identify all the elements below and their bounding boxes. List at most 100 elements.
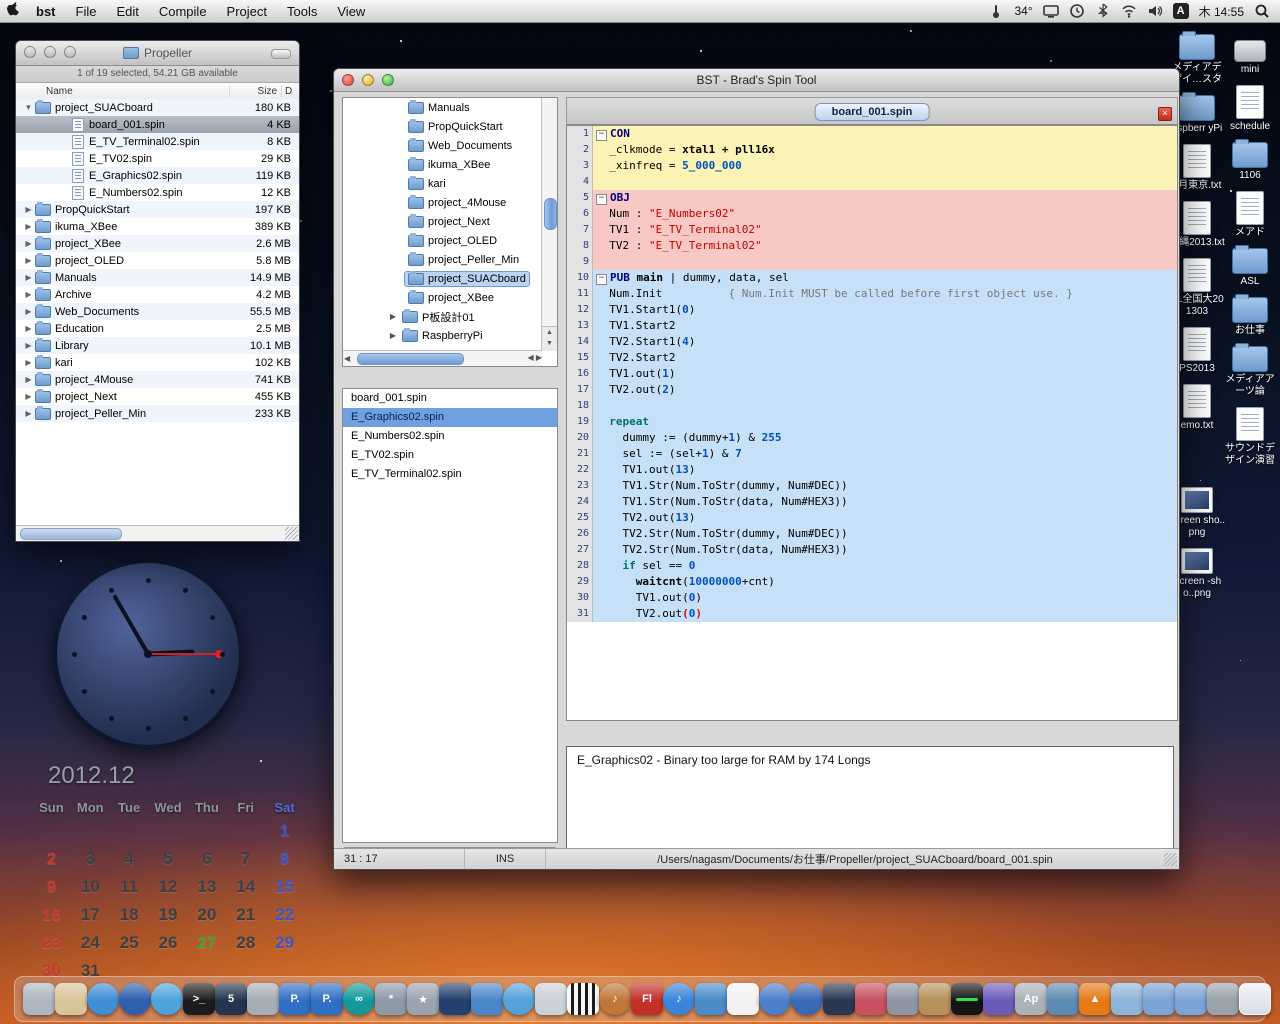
menu-compile[interactable]: Compile	[149, 4, 217, 19]
dock-icon-steel-app[interactable]	[1047, 983, 1079, 1015]
menu-clock[interactable]: 木 14:55	[1199, 3, 1244, 20]
calendar-date[interactable]: 18	[110, 905, 149, 927]
disclosure-triangle[interactable]: ▶	[387, 312, 399, 321]
dock-icon-navy-app[interactable]	[439, 983, 471, 1015]
tree-item-project_4Mouse[interactable]: project_4Mouse	[343, 193, 557, 212]
menu-project[interactable]: Project	[217, 4, 277, 19]
code-line-11[interactable]: 11 Num.Init { Num.Init MUST be called be…	[567, 286, 1177, 302]
tree-item-project_Peller_Min[interactable]: project_Peller_Min	[343, 250, 557, 269]
finder-row[interactable]: ▶ PropQuickStart 197 KB	[16, 201, 299, 218]
fold-marker-icon[interactable]: −	[596, 274, 607, 285]
scrollbar-thumb[interactable]	[544, 198, 557, 230]
spin-file-item[interactable]: board_001.spin	[343, 389, 557, 408]
tree-vertical-scrollbar[interactable]: ▲ ▼	[541, 98, 557, 351]
finder-row[interactable]: ▶ ikuma_XBee 389 KB	[16, 218, 299, 235]
dock-icon-wave-app[interactable]	[823, 983, 855, 1015]
code-line-1[interactable]: 1− CON	[567, 126, 1177, 142]
resize-grip[interactable]	[1164, 852, 1177, 866]
desktop-icon-doc[interactable]: サウンドデザイン演習	[1222, 407, 1278, 467]
finder-row[interactable]: ▶ project_4Mouse 741 KB	[16, 371, 299, 388]
code-line-28[interactable]: 28 if sel == 0	[567, 558, 1177, 574]
finder-row[interactable]: E_Numbers02.spin 12 KB	[16, 184, 299, 201]
code-line-20[interactable]: 20 dummy := (dummy+1) & 255	[567, 430, 1177, 446]
calendar-date[interactable]: 7	[226, 849, 265, 871]
disclosure-triangle[interactable]: ▶	[22, 324, 35, 333]
calendar-date[interactable]: 27	[187, 933, 226, 955]
calendar-date[interactable]: 11	[110, 877, 149, 899]
spin-file-item[interactable]: E_Numbers02.spin	[343, 427, 557, 446]
desktop-icon-folder[interactable]: 1106	[1222, 139, 1278, 182]
dock-icon-star-app[interactable]: ★	[407, 983, 439, 1015]
finder-row[interactable]: ▶ project_Next 455 KB	[16, 388, 299, 405]
dock-icon-folder-documents[interactable]	[1143, 983, 1175, 1015]
dock-icon-pencil-app[interactable]	[55, 983, 87, 1015]
code-line-27[interactable]: 27 TV2.Str(Num.ToStr(data, Num#HEX3))	[567, 542, 1177, 558]
calendar-date[interactable]: 15	[265, 877, 304, 899]
dock-icon-p-app-2[interactable]: P.	[311, 983, 343, 1015]
tree-item-project_Next[interactable]: project_Next	[343, 212, 557, 231]
menu-file[interactable]: File	[66, 4, 107, 19]
code-line-2[interactable]: 2 _clkmode = xtal1 + pll16x	[567, 142, 1177, 158]
bst-titlebar[interactable]: BST - Brad's Spin Tool	[334, 69, 1179, 92]
code-line-19[interactable]: 19 repeat	[567, 414, 1177, 430]
disclosure-triangle[interactable]: ▶	[22, 375, 35, 384]
calendar-date[interactable]: 29	[265, 933, 304, 955]
desktop-icon-folder[interactable]: メディアアーツ論	[1222, 343, 1278, 398]
finder-horizontal-scrollbar[interactable]	[16, 525, 299, 541]
fold-marker-icon[interactable]: −	[596, 194, 607, 205]
dock-icon-flash-app[interactable]: Fl	[631, 983, 663, 1015]
calendar-date[interactable]: 26	[149, 933, 188, 955]
input-source-menu[interactable]: A	[1172, 3, 1189, 19]
tree-item-ikuma_XBee[interactable]: ikuma_XBee	[343, 155, 557, 174]
disclosure-triangle[interactable]: ▶	[22, 307, 35, 316]
close-button[interactable]	[342, 74, 354, 86]
code-line-30[interactable]: 30 TV1.out(0)	[567, 590, 1177, 606]
calendar-date[interactable]: 13	[187, 877, 226, 899]
menu-view[interactable]: View	[327, 4, 375, 19]
minimize-button[interactable]	[362, 74, 374, 86]
tree-item-project_XBee[interactable]: project_XBee	[343, 288, 557, 307]
finder-titlebar[interactable]: Propeller	[16, 41, 299, 66]
finder-row[interactable]: ▶ project_XBee 2.6 MB	[16, 235, 299, 252]
dock-icon-infinity-app[interactable]: ∞	[343, 983, 375, 1015]
disclosure-triangle[interactable]: ▶	[22, 341, 35, 350]
dock-icon-box-app[interactable]	[919, 983, 951, 1015]
scrollbar-thumb[interactable]	[357, 353, 464, 365]
dock-icon-grab-hand[interactable]	[23, 983, 55, 1015]
code-line-4[interactable]: 4	[567, 174, 1177, 190]
column-header-date[interactable]: D	[281, 86, 299, 97]
finder-row[interactable]: ▶ Manuals 14.9 MB	[16, 269, 299, 286]
tree-item-P板設計01[interactable]: ▶ P板設計01	[343, 307, 557, 326]
code-line-8[interactable]: 8 TV2 : "E_TV_Terminal02"	[567, 238, 1177, 254]
dock-icon-firefox[interactable]	[119, 983, 151, 1015]
code-line-13[interactable]: 13 TV1.Start2	[567, 318, 1177, 334]
disclosure-triangle[interactable]: ▶	[22, 239, 35, 248]
disclosure-triangle[interactable]: ▶	[22, 205, 35, 214]
apple-menu[interactable]	[0, 2, 26, 20]
dock-icon-purple-app[interactable]	[983, 983, 1015, 1015]
scrollbar-thumb[interactable]	[20, 528, 122, 540]
finder-row[interactable]: ▶ kari 102 KB	[16, 354, 299, 371]
dock-icon-camera-app[interactable]	[887, 983, 919, 1015]
finder-row[interactable]: ▶ Archive 4.2 MB	[16, 286, 299, 303]
disclosure-triangle[interactable]: ▼	[22, 103, 35, 112]
code-line-26[interactable]: 26 TV2.Str(Num.ToStr(dummy, Num#DEC))	[567, 526, 1177, 542]
bluetooth-icon[interactable]	[1095, 3, 1111, 19]
dock-icon-grid-app[interactable]	[695, 983, 727, 1015]
calendar-date[interactable]: 3	[71, 849, 110, 871]
resize-grip[interactable]	[285, 527, 298, 540]
display-icon[interactable]	[1042, 3, 1059, 19]
code-line-6[interactable]: 6 Num : "E_Numbers02"	[567, 206, 1177, 222]
code-line-12[interactable]: 12 TV1.Start1(0)	[567, 302, 1177, 318]
code-line-25[interactable]: 25 TV2.out(13)	[567, 510, 1177, 526]
disclosure-triangle[interactable]: ▶	[22, 290, 35, 299]
disclosure-triangle[interactable]: ▶	[22, 222, 35, 231]
dock-icon-pink-app[interactable]	[855, 983, 887, 1015]
calendar-date[interactable]: 2	[32, 849, 71, 871]
finder-row[interactable]: ▼ project_SUACboard 180 KB	[16, 99, 299, 116]
toolbar-toggle-button[interactable]	[271, 49, 291, 59]
calendar-date[interactable]: 25	[110, 933, 149, 955]
disclosure-triangle[interactable]: ▶	[387, 331, 399, 340]
dock-icon-blue-circle-app[interactable]	[503, 983, 535, 1015]
dock-icon-audio-app[interactable]	[951, 983, 983, 1015]
